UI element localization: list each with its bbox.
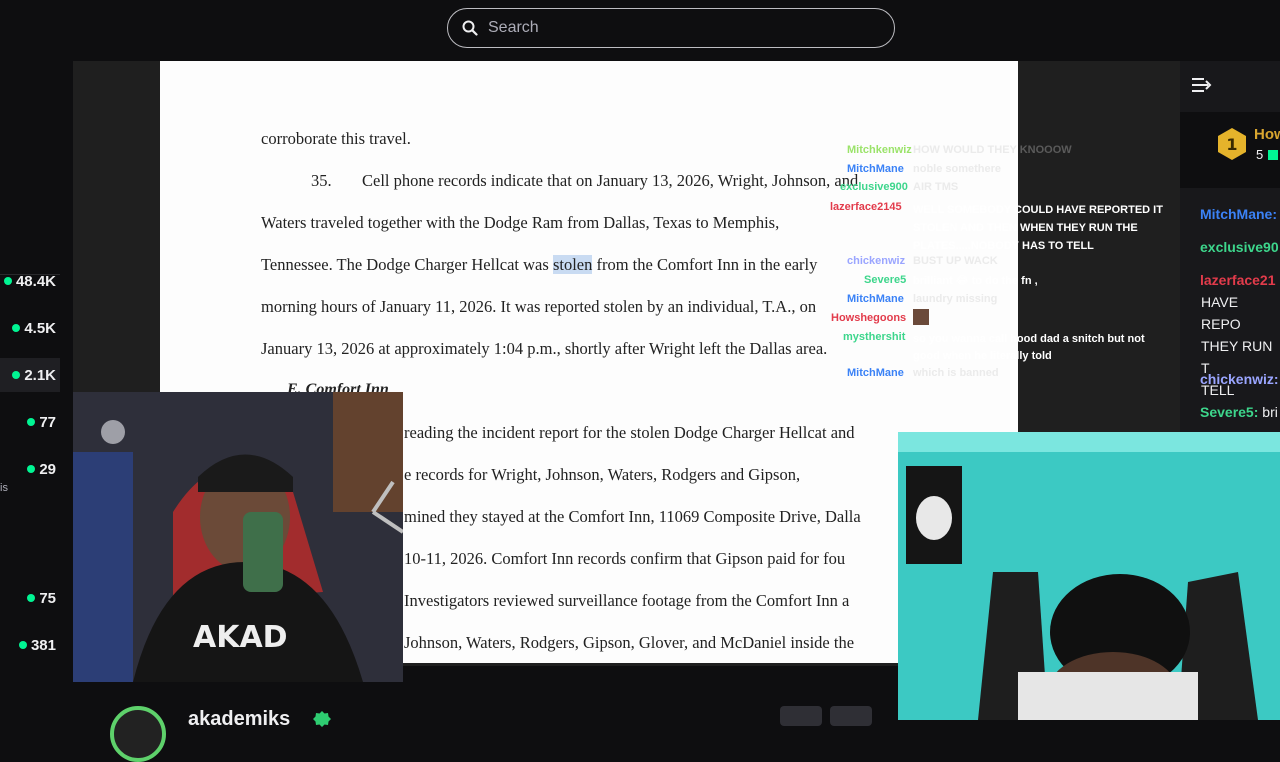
chat-username[interactable]: lazerface21 — [1200, 272, 1276, 288]
overlay-chat-text: AIR TMS — [913, 181, 959, 193]
viewer-count: 77 — [39, 413, 56, 431]
sidebar-channel-6[interactable]: 75 — [0, 581, 60, 615]
viewer-count: 29 — [39, 460, 56, 478]
live-dot — [12, 371, 21, 379]
leaderboard-user: How — [1254, 126, 1280, 143]
search-bar[interactable] — [447, 8, 895, 48]
chat-username-text: Severe5: — [1200, 404, 1259, 420]
doc-text: Tennessee. The Dodge Charger Hellcat was — [261, 255, 553, 274]
chat-username[interactable]: exclusive90 — [1200, 239, 1279, 255]
channel-action-button[interactable] — [830, 706, 872, 726]
rank-number: 1 — [1226, 135, 1237, 154]
overlay-chat-text: so you wanna call hood dad a snitch but … — [913, 333, 1145, 362]
doc-line: January 13, 2026 at approximately 1:04 p… — [261, 339, 828, 358]
overlay-chat-user: Mitchkenwiz — [847, 144, 912, 156]
chat-username[interactable]: Severe5: bri — [1200, 404, 1278, 420]
emote-icon — [913, 309, 929, 325]
overlay-chat-user: lazerface2145 — [830, 201, 902, 213]
live-dot — [27, 418, 36, 426]
streamer-webcam: AKAD — [73, 392, 403, 682]
svg-text:AKAD: AKAD — [193, 620, 288, 655]
overlay-chat-user: chickenwiz — [847, 255, 906, 267]
sidebar-channel-4[interactable]: 77 — [0, 405, 60, 439]
search-icon — [462, 20, 478, 36]
overlay-chat-user: MitchMane — [847, 293, 904, 305]
overlay-chat-text: noble somethere — [913, 163, 1002, 175]
verified-badge-icon — [313, 711, 331, 727]
viewer-count: 2.1K — [24, 366, 56, 384]
overlay-chat-user: MitchMane — [847, 367, 904, 379]
overlay-chat-text: which is banned — [913, 367, 999, 379]
doc-line: corroborate this travel. — [261, 129, 411, 148]
viewer-count: 4.5K — [24, 319, 56, 337]
doc-line: mined they stayed at the Comfort Inn, 11… — [404, 507, 861, 526]
doc-line: morning hours of January 11, 2026. It wa… — [261, 297, 817, 316]
chat-username[interactable]: chickenwiz: — [1200, 371, 1279, 387]
doc-line: 10-11, 2026. Comfort Inn records confirm… — [404, 549, 846, 568]
sidebar-channel-5[interactable]: 29 — [0, 452, 60, 486]
live-dot — [18, 641, 27, 649]
live-dot — [27, 465, 36, 473]
overlay-chat-text: brilliant 😂 to do the fn , — [913, 275, 1038, 287]
doc-line: Cell phone records indicate that on Janu… — [362, 171, 859, 190]
paragraph-number: 35. — [311, 171, 332, 190]
chat-message-text: bri — [1262, 404, 1278, 420]
live-dot — [3, 277, 12, 285]
overlay-chat-user: exclusive900 — [840, 181, 908, 193]
sidebar-channel-3[interactable]: 2.1K — [0, 358, 60, 392]
channel-avatar[interactable] — [110, 706, 166, 762]
doc-line: Tennessee. The Dodge Charger Hellcat was… — [261, 255, 817, 275]
overlay-chat-user: Severe5 — [864, 274, 907, 286]
doc-line: Waters traveled together with the Dodge … — [261, 213, 780, 232]
doc-line: reading the incident report for the stol… — [404, 423, 855, 442]
channel-action-button[interactable] — [780, 706, 822, 726]
guest-webcam — [898, 432, 1280, 720]
rank-badge-icon: 1 — [1218, 128, 1246, 160]
overlay-chat-user: MitchMane — [847, 163, 904, 175]
live-dot — [27, 594, 36, 602]
overlay-chat-text: HOW WOULD THEY KNOOOW — [913, 144, 1072, 156]
doc-line: Johnson, Waters, Rodgers, Gipson, Glover… — [404, 633, 855, 652]
doc-line: Investigators reviewed surveillance foot… — [404, 591, 850, 610]
search-input[interactable] — [486, 18, 870, 38]
guest-webcam-image — [898, 432, 1280, 720]
overlay-chat-user: mysthershit — [843, 331, 906, 343]
viewer-count: 48.4K — [15, 272, 56, 290]
sidebar-channel-1[interactable]: 48.4K — [0, 264, 60, 298]
streamer-webcam-image: AKAD — [73, 392, 403, 682]
overlay-chat-text: WELL SOMEBODY COULD HAVE REPORTED IT STO… — [913, 204, 1163, 252]
sidebar-truncated-text: is — [0, 482, 8, 494]
top-bar — [0, 0, 1280, 60]
viewer-count: 381 — [30, 636, 56, 654]
viewer-count: 75 — [39, 589, 56, 607]
overlay-chat-text: BUST UP WACK — [913, 255, 998, 267]
gift-icon — [1268, 150, 1278, 160]
sidebar-channel-2[interactable]: 4.5K — [0, 311, 60, 345]
sidebar-channel-7[interactable]: 381 — [0, 628, 60, 662]
doc-text: from the Comfort Inn in the early — [592, 255, 818, 274]
live-dot — [12, 324, 21, 332]
leaderboard-count: 5 — [1256, 147, 1264, 162]
doc-line: e records for Wright, Johnson, Waters, R… — [404, 465, 801, 484]
overlay-chat-user: Howshegoons — [831, 312, 907, 324]
highlighted-word: stolen — [552, 255, 593, 274]
collapse-chat-icon[interactable] — [1190, 75, 1212, 95]
overlay-chat-text: laundry missing — [913, 293, 998, 305]
chat-username[interactable]: MitchMane: — [1200, 206, 1277, 222]
